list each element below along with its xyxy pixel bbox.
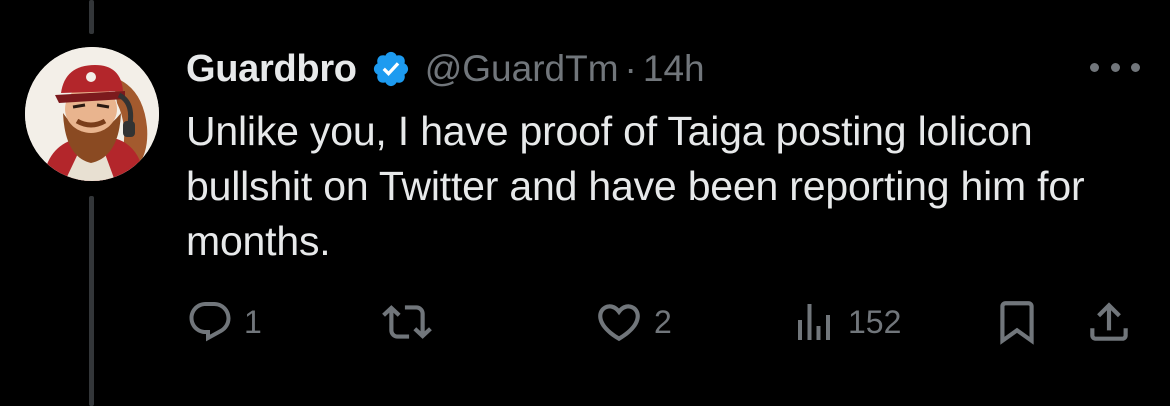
author-handle[interactable]: @GuardTm — [425, 48, 619, 90]
retweet-icon — [382, 305, 432, 339]
retweet-button[interactable] — [382, 292, 442, 352]
tweet-text: Unlike you, I have proof of Taiga postin… — [186, 108, 1085, 264]
avatar[interactable] — [25, 47, 159, 181]
more-dots-icon[interactable] — [1090, 52, 1140, 82]
share-button[interactable] — [1084, 292, 1134, 352]
reply-count: 1 — [244, 303, 262, 340]
share-icon — [1090, 302, 1128, 341]
verified-badge-icon[interactable] — [371, 49, 411, 89]
reply-button[interactable]: 1 — [186, 292, 262, 352]
avatar-image — [25, 47, 159, 181]
action-bar: 1 2 152 — [0, 292, 1170, 352]
author-display-name[interactable]: Guardbro — [186, 48, 357, 91]
view-count: 152 — [848, 303, 902, 340]
bookmark-icon — [1000, 301, 1034, 345]
tweet-timestamp[interactable]: 14h — [643, 48, 705, 90]
like-count: 2 — [654, 303, 672, 340]
thread-line-top — [89, 0, 94, 34]
heart-icon — [598, 304, 640, 342]
tweet-header: Guardbro @GuardTm · 14h — [186, 44, 705, 94]
like-button[interactable]: 2 — [594, 292, 672, 352]
views-icon — [798, 304, 830, 340]
reply-icon — [189, 302, 231, 342]
separator-dot: · — [624, 48, 637, 89]
views-button[interactable]: 152 — [790, 292, 901, 352]
bookmark-button[interactable] — [992, 292, 1042, 352]
